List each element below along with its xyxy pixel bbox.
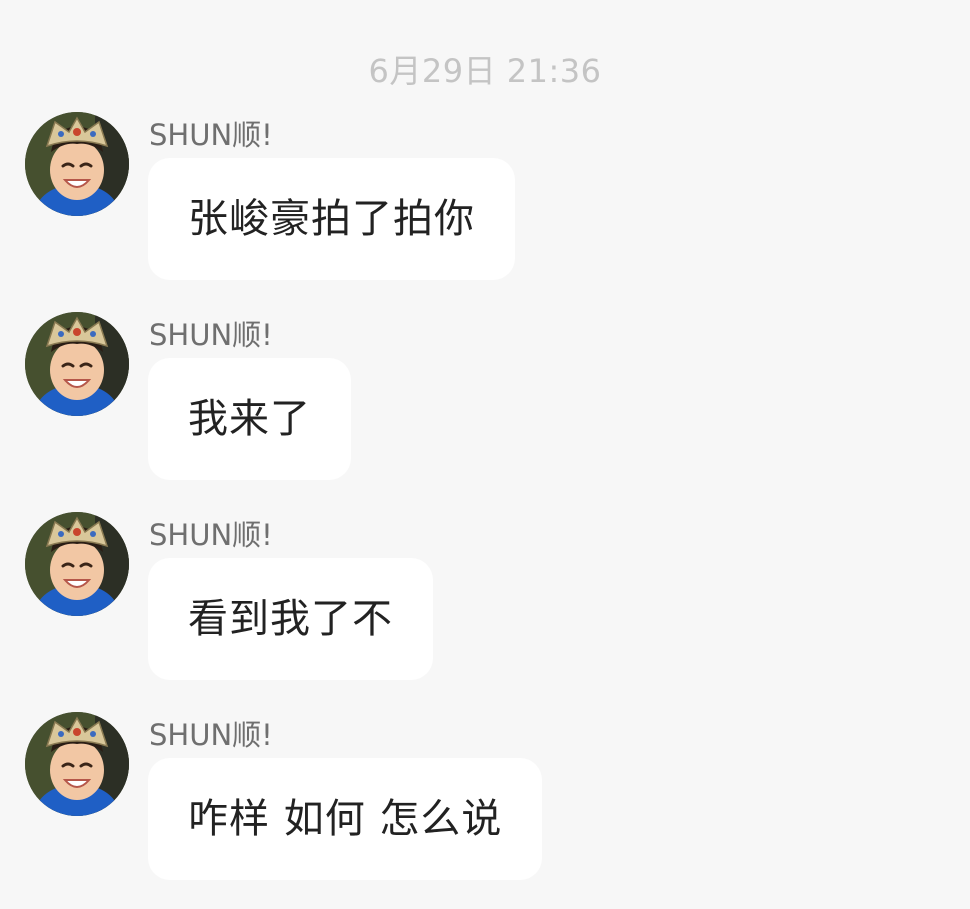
sender-name: SHUN顺!: [149, 718, 273, 752]
message-bubble[interactable]: 咋样 如何 怎么说: [148, 758, 543, 880]
message-bubble[interactable]: 我来了: [148, 358, 351, 480]
avatar[interactable]: [25, 512, 129, 616]
chat-timestamp: 6月29日 21:36: [368, 52, 602, 90]
message-bubble[interactable]: 看到我了不: [148, 558, 433, 680]
sender-name: SHUN顺!: [149, 318, 273, 352]
avatar[interactable]: [25, 112, 129, 216]
message-bubble[interactable]: 张峻豪拍了拍你: [148, 158, 515, 280]
message-row: SHUN顺! 咋样 如何 怎么说: [0, 712, 970, 892]
message-row: SHUN顺! 看到我了不: [0, 512, 970, 692]
sender-name: SHUN顺!: [149, 118, 273, 152]
message-row: SHUN顺! 张峻豪拍了拍你: [0, 112, 970, 292]
sender-name: SHUN顺!: [149, 518, 273, 552]
message-row: SHUN顺! 我来了: [0, 312, 970, 492]
avatar[interactable]: [25, 712, 129, 816]
avatar[interactable]: [25, 312, 129, 416]
